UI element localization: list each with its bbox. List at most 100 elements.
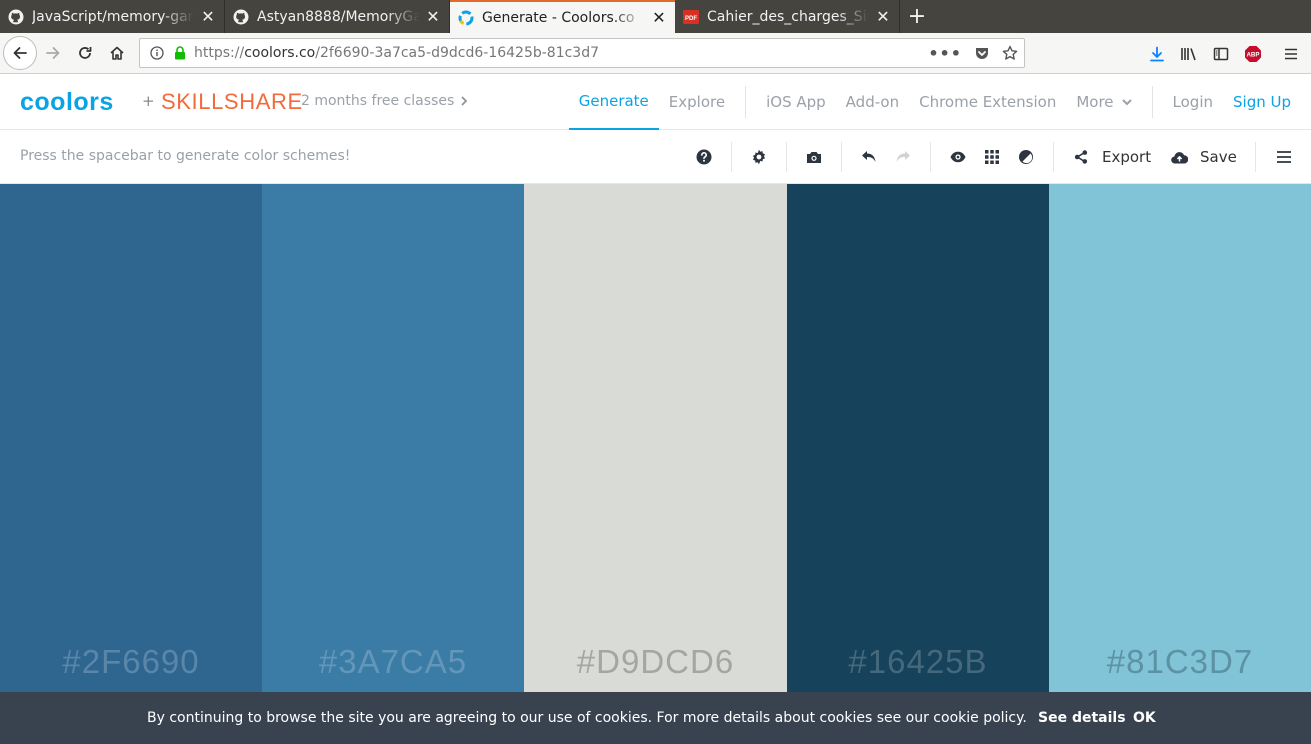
browser-tab[interactable]: PDF Cahier_des_charges_Simon ✕ bbox=[675, 0, 900, 33]
library-button[interactable] bbox=[1173, 38, 1205, 70]
pocket-icon[interactable] bbox=[974, 45, 990, 61]
adjust-button[interactable] bbox=[1012, 143, 1040, 171]
toolbar-divider bbox=[1053, 142, 1054, 172]
tab-title: JavaScript/memory-game bbox=[32, 8, 194, 25]
browser-tab[interactable]: JavaScript/memory-game ✕ bbox=[0, 0, 225, 33]
info-icon[interactable] bbox=[144, 46, 170, 60]
new-tab-button[interactable]: + bbox=[900, 0, 934, 33]
chevron-down-icon bbox=[1121, 99, 1132, 106]
forward-button[interactable] bbox=[37, 37, 69, 69]
nav-login[interactable]: Login bbox=[1163, 74, 1223, 130]
chevron-right-icon bbox=[461, 96, 468, 106]
back-arrow-icon bbox=[13, 47, 27, 59]
github-icon bbox=[233, 9, 249, 25]
color-swatch[interactable]: #16425B bbox=[787, 184, 1049, 692]
adblock-icon: ABP bbox=[1245, 45, 1261, 62]
coolors-logo[interactable]: coolors bbox=[20, 88, 114, 117]
browser-tab-active[interactable]: Generate - Coolors.co ✕ bbox=[450, 0, 675, 33]
lock-icon[interactable] bbox=[170, 46, 190, 60]
nav-more[interactable]: More bbox=[1066, 74, 1141, 130]
bookmark-star-icon[interactable] bbox=[1002, 45, 1018, 61]
page-actions-icon[interactable]: ••• bbox=[928, 44, 962, 63]
toolbar-divider bbox=[786, 142, 787, 172]
undo-button[interactable] bbox=[855, 143, 883, 171]
nav-add-on[interactable]: Add-on bbox=[836, 74, 909, 130]
redo-icon bbox=[896, 151, 910, 162]
share-icon bbox=[1074, 150, 1088, 164]
hex-code[interactable]: #81C3D7 bbox=[1049, 643, 1311, 681]
pdf-icon: PDF bbox=[683, 9, 699, 25]
save-button[interactable]: Save bbox=[1200, 148, 1237, 166]
tab-title: Cahier_des_charges_Simon bbox=[707, 8, 869, 25]
back-button[interactable] bbox=[3, 36, 37, 70]
tab-close-icon[interactable]: ✕ bbox=[651, 9, 667, 26]
browser-nav-bar: https://coolors.co/2f6690-3a7ca5-d9dcd6-… bbox=[0, 33, 1311, 74]
help-icon bbox=[696, 149, 712, 165]
sidebar-button[interactable] bbox=[1205, 38, 1237, 70]
gear-icon bbox=[753, 149, 765, 165]
color-swatch[interactable]: #3A7CA5 bbox=[262, 184, 524, 692]
cloud-upload-icon bbox=[1170, 151, 1188, 164]
camera-icon bbox=[807, 152, 821, 163]
see-details-link[interactable]: See details bbox=[1038, 710, 1126, 726]
logo-plus: + bbox=[142, 92, 155, 110]
pdf-icon-label: PDF bbox=[685, 16, 697, 22]
hex-code[interactable]: #3A7CA5 bbox=[262, 643, 524, 681]
color-swatch[interactable]: #81C3D7 bbox=[1049, 184, 1311, 692]
github-icon bbox=[8, 9, 24, 25]
spacebar-hint: Press the spacebar to generate color sch… bbox=[20, 148, 351, 164]
nav-ios-app[interactable]: iOS App bbox=[756, 74, 836, 130]
coolors-icon bbox=[458, 10, 474, 26]
toolbar-divider bbox=[841, 142, 842, 172]
reload-icon bbox=[79, 47, 92, 59]
downloads-button[interactable] bbox=[1141, 38, 1173, 70]
nav-explore[interactable]: Explore bbox=[659, 74, 735, 130]
adblock-button[interactable]: ABP bbox=[1237, 38, 1269, 70]
nav-chrome-extension[interactable]: Chrome Extension bbox=[909, 74, 1066, 130]
promo-link[interactable]: 2 months free classes bbox=[301, 93, 468, 109]
settings-button[interactable] bbox=[745, 143, 773, 171]
cookie-message: By continuing to browse the site you are… bbox=[147, 710, 1027, 726]
generator-toolbar: Press the spacebar to generate color sch… bbox=[0, 130, 1311, 184]
hamburger-icon bbox=[1285, 48, 1297, 59]
view-button[interactable] bbox=[944, 143, 972, 171]
tab-close-icon[interactable]: ✕ bbox=[425, 8, 441, 25]
browser-tab[interactable]: Astyan8888/MemoryGame ✕ bbox=[225, 0, 450, 33]
color-swatch[interactable]: #D9DCD6 bbox=[524, 184, 787, 692]
site-header: coolors + SKILLSHARE 2 months free class… bbox=[0, 74, 1311, 130]
hex-code[interactable]: #16425B bbox=[787, 643, 1049, 681]
camera-button[interactable] bbox=[800, 143, 828, 171]
toolbar-divider bbox=[1255, 142, 1256, 172]
nav-generate[interactable]: Generate bbox=[568, 74, 659, 130]
home-button[interactable] bbox=[101, 37, 133, 69]
hex-code[interactable]: #D9DCD6 bbox=[524, 643, 787, 681]
export-button[interactable]: Export bbox=[1102, 148, 1151, 166]
toolbar-menu-button[interactable] bbox=[1270, 143, 1298, 171]
color-swatch[interactable]: #2F6690 bbox=[0, 184, 262, 692]
redo-button[interactable] bbox=[889, 143, 917, 171]
nav-sign-up[interactable]: Sign Up bbox=[1223, 74, 1311, 130]
skillshare-logo[interactable]: SKILLSHARE bbox=[161, 89, 303, 115]
cloud-upload-button[interactable] bbox=[1165, 143, 1193, 171]
cookie-ok-button[interactable]: OK bbox=[1133, 710, 1156, 726]
share-button[interactable] bbox=[1067, 143, 1095, 171]
help-button[interactable] bbox=[690, 143, 718, 171]
toolbar-divider bbox=[731, 142, 732, 172]
url-bar[interactable]: https://coolors.co/2f6690-3a7ca5-d9dcd6-… bbox=[139, 38, 1025, 68]
nav-divider bbox=[745, 86, 747, 118]
hex-code[interactable]: #2F6690 bbox=[0, 643, 262, 681]
nav-divider bbox=[1151, 86, 1153, 118]
tab-close-icon[interactable]: ✕ bbox=[875, 8, 891, 25]
promo-text: 2 months free classes bbox=[301, 93, 455, 109]
tab-title: Astyan8888/MemoryGame bbox=[257, 8, 419, 25]
library-icon bbox=[1181, 47, 1196, 60]
menu-button[interactable] bbox=[1275, 38, 1307, 70]
grid-button[interactable] bbox=[978, 143, 1006, 171]
tab-close-icon[interactable]: ✕ bbox=[200, 8, 216, 25]
reload-button[interactable] bbox=[69, 37, 101, 69]
adblock-icon-label: ABP bbox=[1246, 51, 1259, 58]
contrast-icon bbox=[1019, 150, 1033, 164]
main-nav: Generate Explore iOS App Add-on Chrome E… bbox=[568, 74, 1311, 130]
toolbar-divider bbox=[930, 142, 931, 172]
browser-tab-strip: JavaScript/memory-game ✕ Astyan8888/Memo… bbox=[0, 0, 1311, 33]
